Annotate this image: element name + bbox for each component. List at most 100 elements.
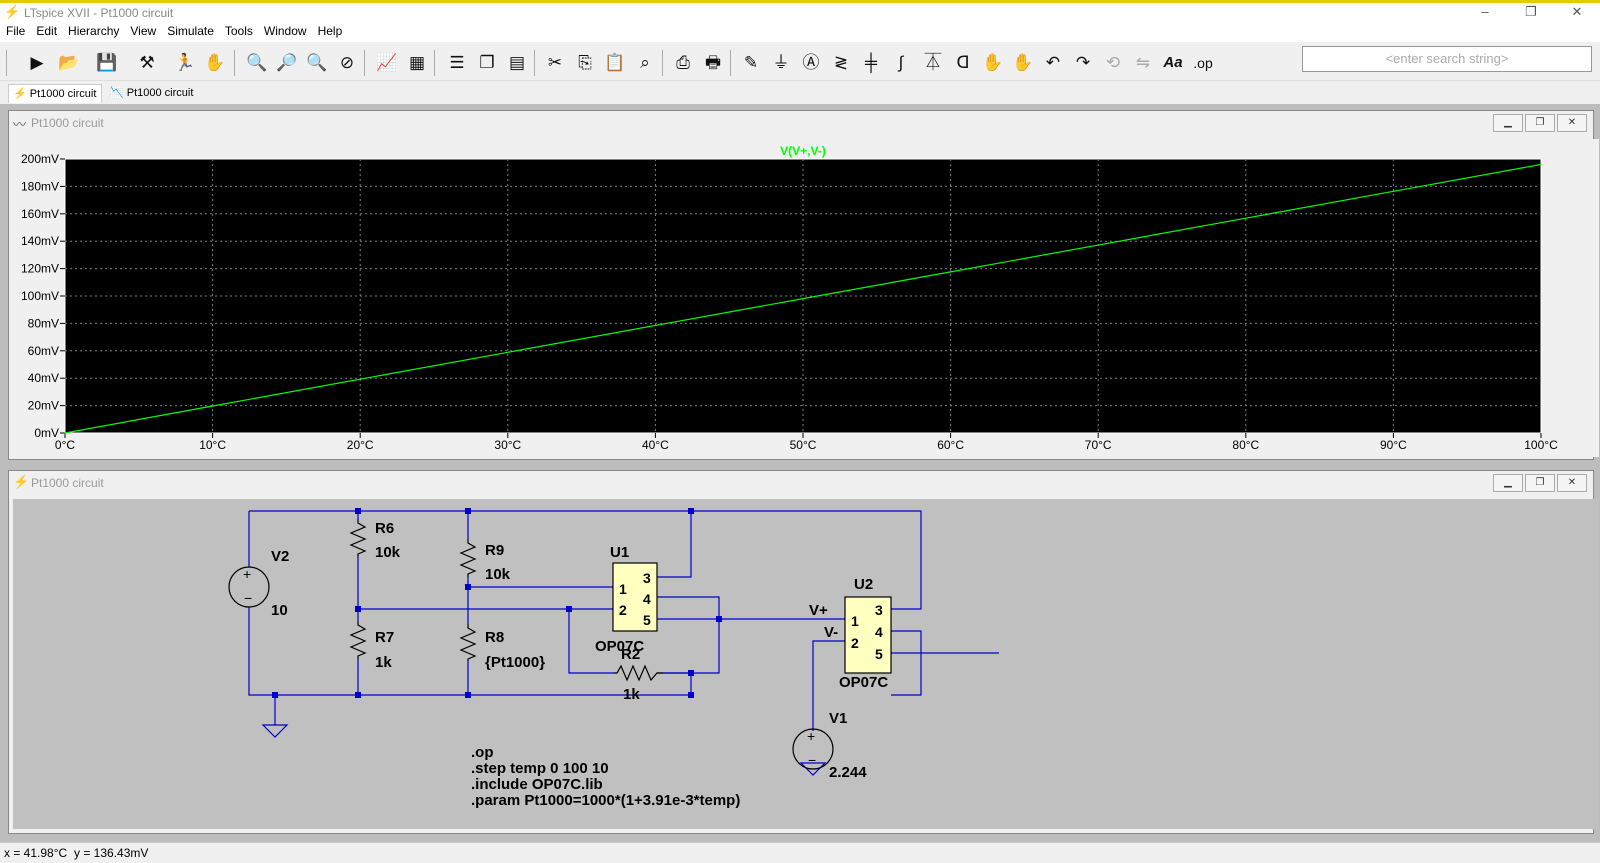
- text-icon[interactable]: Aa: [1160, 51, 1186, 75]
- redo-icon[interactable]: ↷: [1070, 51, 1096, 75]
- halt-icon[interactable]: 🏃: [172, 51, 198, 75]
- net-label-vplus[interactable]: V+: [809, 602, 828, 619]
- component-icon[interactable]: ᗡ: [950, 51, 976, 75]
- drag-icon[interactable]: ✋: [1010, 51, 1036, 75]
- menu-window[interactable]: Window: [258, 22, 312, 38]
- menu-hierarchy[interactable]: Hierarchy: [62, 22, 124, 38]
- panel-controls: ▁ ❐ ✕: [1493, 114, 1587, 132]
- label-net-icon[interactable]: Ⓐ: [798, 51, 824, 75]
- run-icon[interactable]: ▶: [24, 51, 50, 75]
- restore-button[interactable]: ❐: [1508, 3, 1554, 23]
- tab-schematic[interactable]: ⚡ Pt1000 circuit: [8, 84, 102, 103]
- directive-step[interactable]: .step temp 0 100 10: [471, 760, 609, 777]
- zoom-in-icon[interactable]: 🔍: [244, 51, 270, 75]
- menu-edit[interactable]: Edit: [30, 22, 62, 38]
- v2-value[interactable]: 10: [271, 602, 288, 619]
- minimize-button[interactable]: –: [1462, 3, 1508, 23]
- wire-u2-pin4: [891, 630, 922, 696]
- zoom-fit-icon[interactable]: ⊘: [334, 51, 360, 75]
- trace-point: [1392, 190, 1394, 192]
- r6-name[interactable]: R6: [375, 520, 394, 537]
- waveform-window-titlebar[interactable]: 〰 Pt1000 circuit ▁ ❐ ✕: [9, 111, 1593, 137]
- inductor-icon[interactable]: ∫: [888, 51, 914, 75]
- mirror-icon[interactable]: ⇋: [1130, 51, 1156, 75]
- save-icon[interactable]: 💾: [94, 51, 120, 75]
- r9-name[interactable]: R9: [485, 542, 504, 559]
- tile-vertical-icon[interactable]: ▤: [504, 51, 530, 75]
- print-setup-icon[interactable]: 🖶: [700, 51, 726, 75]
- r2-name[interactable]: R2: [621, 646, 640, 663]
- close-button[interactable]: ✕: [1554, 3, 1600, 23]
- ground-icon[interactable]: ⏚: [768, 51, 794, 75]
- control-panel-icon[interactable]: ⚒: [134, 51, 160, 75]
- directive-op[interactable]: .op: [471, 744, 494, 761]
- minimize-button[interactable]: ▁: [1493, 114, 1523, 132]
- directive-param[interactable]: .param Pt1000=1000*(1+3.91e-3*temp): [471, 792, 740, 809]
- directive-include[interactable]: .include OP07C.lib: [471, 776, 603, 793]
- r9-symbol: [459, 539, 477, 577]
- close-button[interactable]: ✕: [1557, 474, 1587, 492]
- autorange-icon[interactable]: 📈: [374, 51, 400, 75]
- minimize-button[interactable]: ▁: [1493, 474, 1523, 492]
- y-tick-label: 20mV: [28, 399, 59, 413]
- waveform-chart[interactable]: 0°C 10°C 20°C 30°C 40°C 50°C 60°C 70°C 80°C 90°C 1…: [13, 139, 1591, 457]
- close-button[interactable]: ✕: [1557, 114, 1587, 132]
- cascade-icon[interactable]: ❐: [474, 51, 500, 75]
- resistor-icon[interactable]: ≷: [828, 51, 854, 75]
- schematic-window-titlebar[interactable]: ⚡ Pt1000 circuit ▁ ❐ ✕: [9, 471, 1593, 497]
- document-tabs: ⚡ Pt1000 circuit 📉 Pt1000 circuit: [0, 82, 1600, 104]
- print-icon[interactable]: ⎙: [670, 51, 696, 75]
- search-input[interactable]: <enter search string>: [1302, 46, 1592, 72]
- u2-model[interactable]: OP07C: [839, 674, 888, 691]
- waveform-plot-area[interactable]: 0°C 10°C 20°C 30°C 40°C 50°C 60°C 70°C 80°C 90°C 1…: [13, 139, 1599, 457]
- u1-pin3: 3: [643, 570, 651, 586]
- menu-help[interactable]: Help: [312, 22, 348, 38]
- u2-name[interactable]: U2: [854, 576, 873, 593]
- junction: [688, 508, 694, 514]
- open-icon[interactable]: 📂: [56, 51, 82, 75]
- schematic-window-title: Pt1000 circuit: [31, 476, 104, 490]
- zoom-pan-icon[interactable]: 🔎: [274, 51, 300, 75]
- cut-icon[interactable]: ✂: [542, 51, 568, 75]
- v1-value[interactable]: 2.244: [829, 764, 867, 781]
- tab-waveform[interactable]: 📉 Pt1000 circuit: [106, 84, 200, 103]
- diode-icon[interactable]: ⏄: [920, 51, 946, 75]
- undo-icon[interactable]: ↶: [1040, 51, 1066, 75]
- wire-icon[interactable]: ✎: [738, 51, 764, 75]
- menu-view[interactable]: View: [124, 22, 161, 38]
- v2-name[interactable]: V2: [271, 548, 289, 565]
- trace-point: [802, 298, 804, 300]
- find-icon[interactable]: ⌕: [632, 51, 658, 75]
- r7-value[interactable]: 1k: [375, 654, 392, 671]
- schematic-canvas[interactable]: + − + − 1 2 3 4 5 1 2 3 4 5 V2 10 R6 10k…: [13, 499, 1599, 829]
- r2-value[interactable]: 1k: [623, 686, 640, 703]
- pan-hand-icon[interactable]: ✋: [202, 51, 228, 75]
- v1-name[interactable]: V1: [829, 710, 847, 727]
- menu-tools[interactable]: Tools: [219, 22, 258, 38]
- restore-button[interactable]: ❐: [1525, 114, 1555, 132]
- paste-icon[interactable]: 📋: [602, 51, 628, 75]
- grid-icon[interactable]: ▦: [404, 51, 430, 75]
- schematic-drawing[interactable]: + − + − 1 2 3 4 5 1 2 3 4 5 V2 10 R6 10k…: [13, 499, 1591, 829]
- r8-value[interactable]: {Pt1000}: [485, 654, 545, 671]
- move-icon[interactable]: ✋: [980, 51, 1006, 75]
- trace-point: [1540, 163, 1542, 166]
- r9-value[interactable]: 10k: [485, 566, 511, 583]
- menu-simulate[interactable]: Simulate: [161, 22, 219, 38]
- r8-name[interactable]: R8: [485, 629, 504, 646]
- copy-icon[interactable]: ⎘: [572, 51, 598, 75]
- capacitor-icon[interactable]: ╪: [858, 51, 884, 75]
- net-label-vminus[interactable]: V-: [824, 624, 838, 641]
- u1-name[interactable]: U1: [610, 544, 629, 561]
- tab-label: Pt1000 circuit: [29, 88, 97, 100]
- zoom-out-icon[interactable]: 🔍: [304, 51, 330, 75]
- restore-button[interactable]: ❐: [1525, 474, 1555, 492]
- tile-horizontal-icon[interactable]: ☰: [444, 51, 470, 75]
- junction: [355, 692, 361, 698]
- spice-directive-icon[interactable]: .op: [1190, 51, 1216, 75]
- menu-file[interactable]: File: [0, 22, 30, 38]
- r7-name[interactable]: R7: [375, 629, 394, 646]
- rotate-icon[interactable]: ⟲: [1100, 51, 1126, 75]
- minus-sign: −: [244, 590, 252, 606]
- r6-value[interactable]: 10k: [375, 544, 401, 561]
